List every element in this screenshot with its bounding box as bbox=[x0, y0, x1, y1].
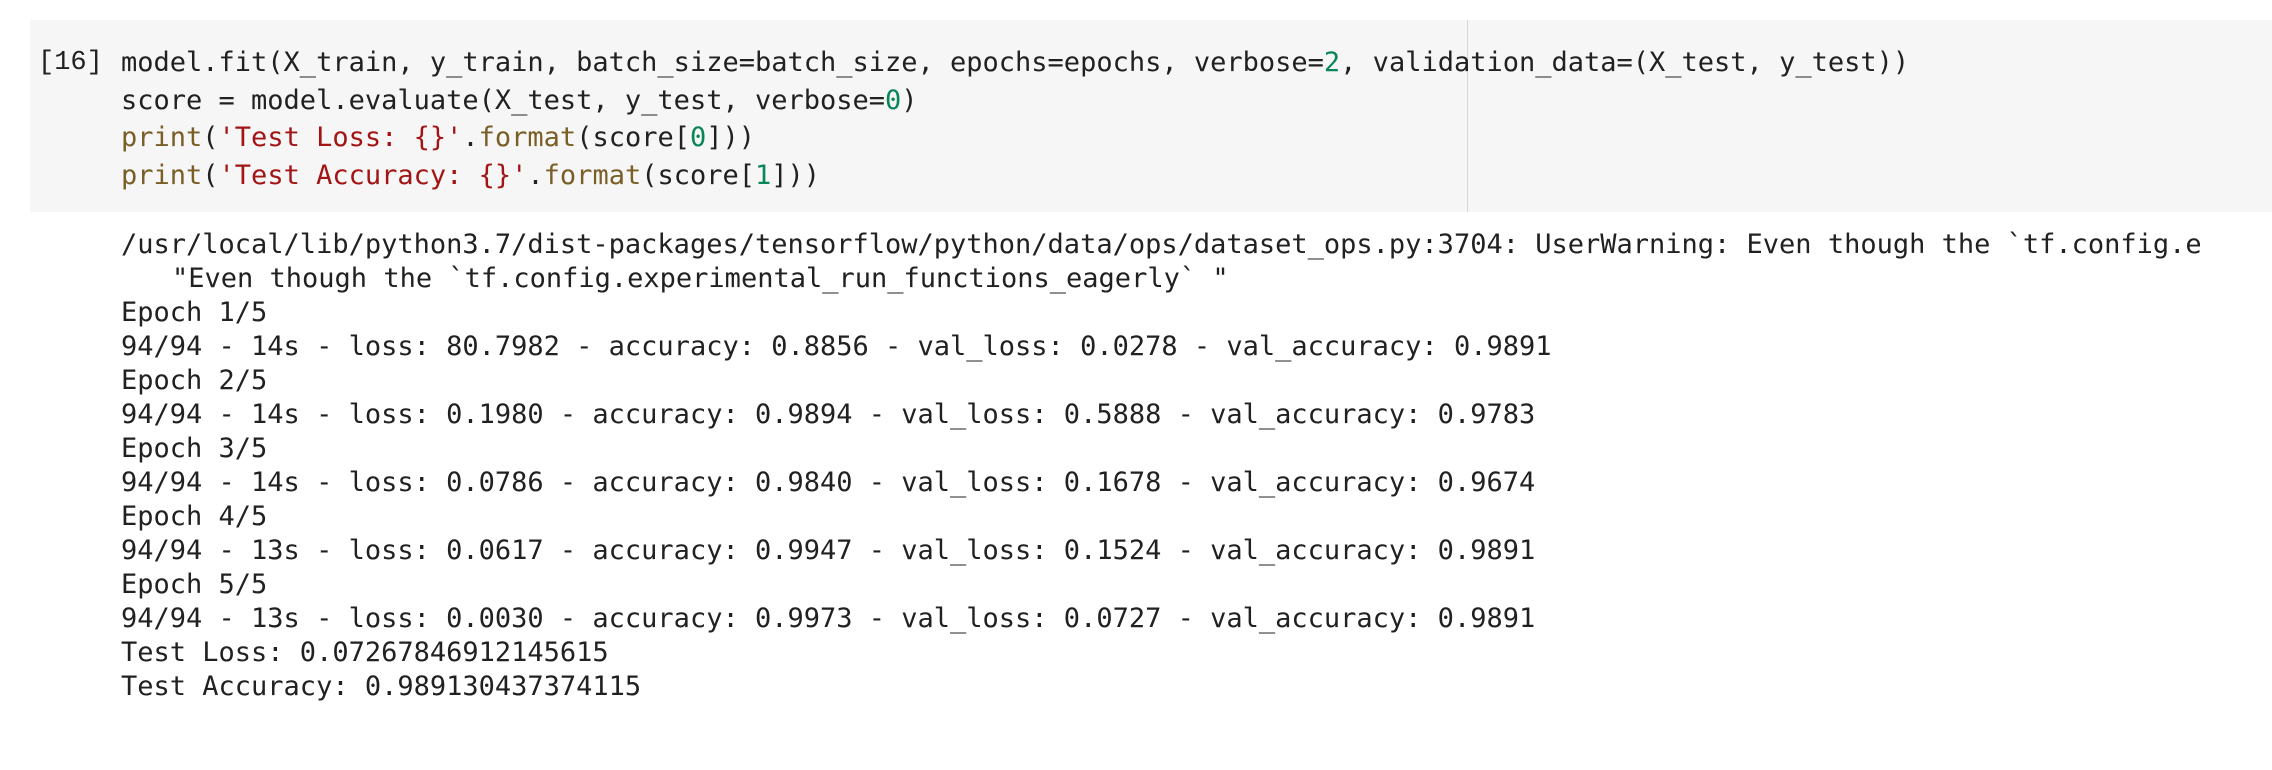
code-line-1: model.fit(X_train, y_train, batch_size=b… bbox=[121, 44, 1909, 82]
code-line-3: print('Test Loss: {}'.format(score[0])) bbox=[121, 119, 1909, 157]
code-builtin-token: format bbox=[543, 159, 642, 191]
execution-count: [16] bbox=[38, 48, 103, 78]
code-string-token: 'Test Accuracy: {}' bbox=[218, 159, 528, 191]
output-warning-line: /usr/local/lib/python3.7/dist-packages/t… bbox=[121, 229, 2202, 260]
code-token: ) bbox=[901, 84, 918, 116]
code-editor[interactable]: model.fit(X_train, y_train, batch_size=b… bbox=[121, 44, 1909, 194]
test-accuracy-line: Test Accuracy: 0.989130437374115 bbox=[121, 671, 642, 702]
code-token: model.fit(X_train, y_train, batch_size=b… bbox=[121, 47, 1324, 78]
epoch-2-header: Epoch 2/5 bbox=[121, 365, 268, 396]
code-builtin-token: format bbox=[478, 122, 577, 153]
code-token: . bbox=[527, 159, 544, 191]
epoch-1-log: 94/94 - 14s - loss: 80.7982 - accuracy: … bbox=[121, 331, 1552, 362]
code-token: ( bbox=[202, 122, 219, 153]
epoch-3-header: Epoch 3/5 bbox=[121, 433, 268, 464]
code-string-token: 'Test Loss: {}' bbox=[218, 122, 463, 153]
code-token: . bbox=[462, 122, 479, 153]
code-number-token: 1 bbox=[755, 159, 772, 191]
epoch-3-log: 94/94 - 14s - loss: 0.0786 - accuracy: 0… bbox=[121, 467, 1536, 498]
epoch-5-header: Epoch 5/5 bbox=[121, 569, 268, 600]
cell-output: /usr/local/lib/python3.7/dist-packages/t… bbox=[121, 228, 2272, 704]
code-builtin-token: print bbox=[121, 122, 203, 153]
code-number-token: 0 bbox=[690, 122, 707, 153]
epoch-2-log: 94/94 - 14s - loss: 0.1980 - accuracy: 0… bbox=[121, 399, 1536, 430]
output-warning-continuation: "Even though the `tf.config.experimental… bbox=[172, 263, 1229, 294]
code-token: (score[ bbox=[641, 159, 756, 191]
epoch-4-header: Epoch 4/5 bbox=[121, 501, 268, 532]
notebook-code-cell: [16] model.fit(X_train, y_train, batch_s… bbox=[0, 0, 2272, 770]
epoch-5-log: 94/94 - 13s - loss: 0.0030 - accuracy: 0… bbox=[121, 603, 1536, 634]
code-token: ( bbox=[202, 159, 219, 191]
code-token: ])) bbox=[706, 122, 756, 153]
code-line-2: score = model.evaluate(X_test, y_test, v… bbox=[121, 82, 1909, 120]
code-builtin-token: print bbox=[121, 159, 203, 191]
epoch-1-header: Epoch 1/5 bbox=[121, 297, 268, 328]
code-line-4: print('Test Accuracy: {}'.format(score[1… bbox=[121, 157, 1909, 195]
test-loss-line: Test Loss: 0.07267846912145615 bbox=[121, 637, 609, 668]
epoch-4-log: 94/94 - 13s - loss: 0.0617 - accuracy: 0… bbox=[121, 535, 1536, 566]
code-token: score = model.evaluate(X_test, y_test, v… bbox=[121, 84, 886, 116]
code-token: (score[ bbox=[576, 122, 690, 153]
code-token: , validation_data=(X_test, y_test)) bbox=[1340, 47, 1910, 78]
code-number-token: 2 bbox=[1323, 47, 1341, 78]
code-token: ])) bbox=[771, 159, 821, 191]
code-number-token: 0 bbox=[885, 84, 902, 116]
